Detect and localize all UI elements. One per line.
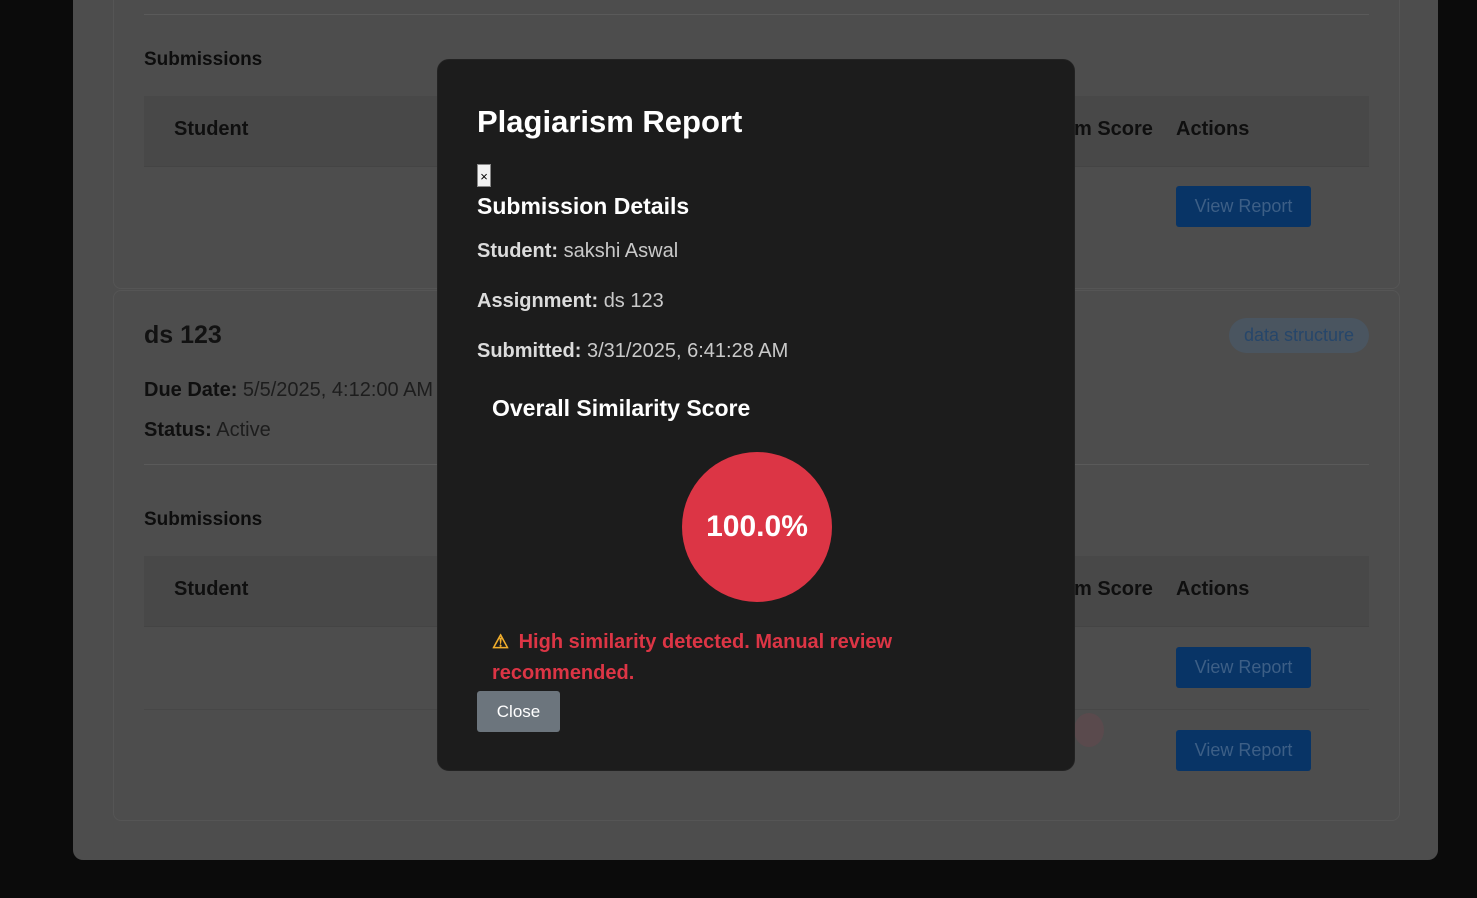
- warning-text: High similarity detected. Manual review …: [492, 631, 893, 684]
- detail-student-value: sakshi Aswal: [563, 240, 679, 262]
- modal-title: Plagiarism Report: [477, 104, 743, 139]
- submissions-heading: Submissions: [144, 509, 263, 530]
- detail-assignment: Assignment: ds 123: [477, 290, 664, 313]
- col-header-actions: Actions: [1176, 118, 1250, 140]
- view-report-button[interactable]: View Report: [1176, 730, 1311, 771]
- status-value: Active: [216, 419, 271, 441]
- assignment-title: ds 123: [144, 321, 222, 349]
- similarity-warning: ⚠ High similarity detected. Manual revie…: [492, 627, 932, 688]
- col-header-student: Student: [174, 578, 249, 600]
- detail-student: Student: sakshi Aswal: [477, 240, 678, 263]
- status: Status: Active: [144, 419, 271, 442]
- view-report-button[interactable]: View Report: [1176, 186, 1311, 227]
- submission-details-heading: Submission Details: [477, 193, 690, 219]
- due-date: Due Date: 5/5/2025, 4:12:00 AM: [144, 379, 433, 402]
- similarity-score-heading: Overall Similarity Score: [492, 395, 751, 421]
- detail-assignment-label: Assignment:: [477, 290, 599, 312]
- close-button[interactable]: Close: [477, 691, 560, 732]
- col-header-score: m Score: [1074, 578, 1153, 600]
- similarity-score-value: 100.0%: [706, 510, 808, 543]
- col-header-student: Student: [174, 118, 249, 140]
- detail-assignment-value: ds 123: [603, 290, 664, 312]
- subject-tag: data structure: [1228, 318, 1369, 353]
- due-date-value: 5/5/2025, 4:12:00 AM: [242, 379, 434, 401]
- col-header-actions: Actions: [1176, 578, 1250, 600]
- due-date-label: Due Date:: [144, 379, 238, 401]
- detail-submitted: Submitted: 3/31/2025, 6:41:28 AM: [477, 340, 788, 363]
- view-report-button[interactable]: View Report: [1176, 647, 1311, 688]
- score-badge: [1074, 713, 1104, 747]
- detail-student-label: Student:: [477, 240, 559, 262]
- col-header-score: m Score: [1074, 118, 1153, 140]
- divider: [144, 14, 1369, 15]
- similarity-score-circle: 100.0%: [682, 452, 832, 602]
- close-icon[interactable]: ×: [477, 164, 491, 187]
- detail-submitted-value: 3/31/2025, 6:41:28 AM: [587, 340, 789, 362]
- status-label: Status:: [144, 419, 212, 441]
- submissions-heading: Submissions: [144, 49, 263, 70]
- detail-submitted-label: Submitted:: [477, 340, 582, 362]
- plagiarism-report-modal: Plagiarism Report × Submission Details S…: [437, 59, 1075, 771]
- warning-triangle-icon: ⚠: [492, 632, 510, 653]
